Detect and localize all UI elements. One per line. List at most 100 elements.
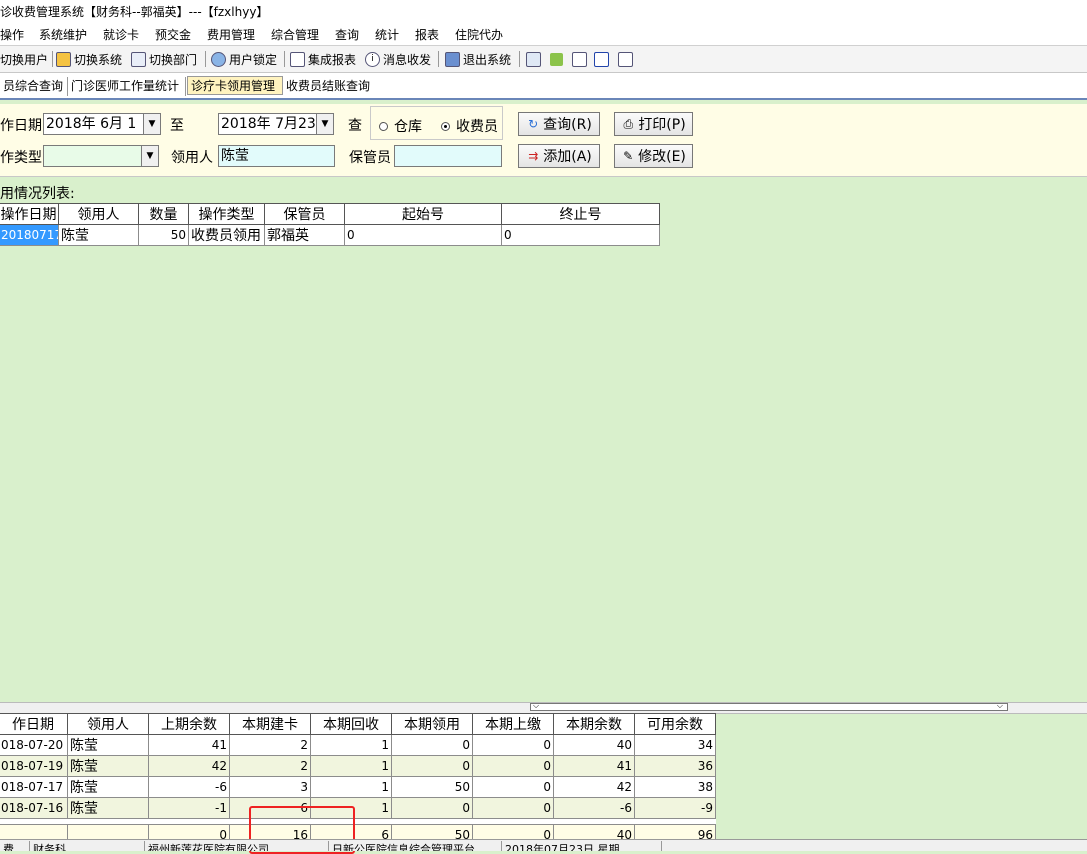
- col-previous-balance[interactable]: 上期余数: [148, 713, 230, 735]
- cell-current-balance[interactable]: 42: [553, 776, 635, 798]
- menu-system-maintenance[interactable]: 系统维护: [39, 26, 87, 43]
- col-keeper[interactable]: 保管员: [264, 203, 345, 225]
- tab-cashier-settlement[interactable]: 收费员结账查询: [283, 77, 375, 96]
- cell-operation-type[interactable]: 收费员领用: [188, 224, 265, 246]
- table-row[interactable]: 018-07-20 陈莹 41 2 1 0 0 40 34: [0, 734, 716, 756]
- exit-system-button[interactable]: 退出系统: [445, 50, 511, 68]
- col-recipient[interactable]: 领用人: [67, 713, 149, 735]
- menu-query[interactable]: 查询: [335, 26, 359, 43]
- tab-card-management[interactable]: 诊疗卡领用管理: [187, 76, 283, 95]
- chevron-down-icon[interactable]: ▼: [143, 114, 160, 134]
- menu-reports[interactable]: 报表: [415, 26, 439, 43]
- cell-operation-date[interactable]: 20180717: [0, 224, 59, 246]
- menu-comprehensive-management[interactable]: 综合管理: [271, 26, 319, 43]
- col-cards-issued[interactable]: 本期建卡: [229, 713, 311, 735]
- menu-inpatient-agent[interactable]: 住院代办: [455, 26, 503, 43]
- layout-tool-button[interactable]: [618, 50, 636, 68]
- checkbox-tool-button[interactable]: [572, 50, 590, 68]
- operation-type-dropdown[interactable]: ▼: [43, 145, 159, 167]
- col-cards-returned[interactable]: 本期上缴: [472, 713, 554, 735]
- cell-date[interactable]: 018-07-17: [0, 776, 68, 798]
- cell-date[interactable]: 018-07-19: [0, 755, 68, 777]
- cell-cards-recovered[interactable]: 1: [310, 776, 392, 798]
- table-row[interactable]: 018-07-19 陈莹 42 2 1 0 0 41 36: [0, 755, 716, 777]
- user-lock-button[interactable]: 用户锁定: [211, 50, 277, 68]
- col-recipient[interactable]: 领用人: [58, 203, 139, 225]
- cell-previous-balance[interactable]: -1: [148, 797, 230, 819]
- switch-system-button[interactable]: 切换系统: [56, 50, 122, 68]
- cell-quantity[interactable]: 50: [138, 224, 189, 246]
- cell-cards-recovered[interactable]: 1: [310, 755, 392, 777]
- integrated-report-button[interactable]: 集成报表: [290, 50, 356, 68]
- cell-cards-received[interactable]: 0: [391, 797, 473, 819]
- cell-previous-balance[interactable]: 41: [148, 734, 230, 756]
- menu-prepayment[interactable]: 预交金: [155, 26, 191, 43]
- currency-tool-button[interactable]: [550, 50, 566, 68]
- col-operation-type[interactable]: 操作类型: [188, 203, 265, 225]
- cell-recipient[interactable]: 陈莹: [67, 734, 149, 756]
- cell-cards-recovered[interactable]: 1: [310, 734, 392, 756]
- radio-cashier[interactable]: 收费员: [441, 116, 498, 136]
- cell-current-balance[interactable]: 40: [553, 734, 635, 756]
- col-end-number[interactable]: 终止号: [501, 203, 660, 225]
- cell-date[interactable]: 018-07-16: [0, 797, 68, 819]
- cell-previous-balance[interactable]: 42: [148, 755, 230, 777]
- cell-keeper[interactable]: 郭福英: [264, 224, 345, 246]
- col-start-number[interactable]: 起始号: [344, 203, 502, 225]
- cell-end-number[interactable]: 0: [501, 224, 660, 246]
- col-quantity[interactable]: 数量: [138, 203, 189, 225]
- menu-statistics[interactable]: 统计: [375, 26, 399, 43]
- cell-current-balance[interactable]: -6: [553, 797, 635, 819]
- switch-user-button[interactable]: 切换用户: [0, 50, 48, 68]
- cell-cards-returned[interactable]: 0: [472, 755, 554, 777]
- radio-warehouse[interactable]: 仓库: [379, 116, 422, 136]
- col-operation-date[interactable]: 操作日期: [0, 203, 59, 225]
- cell-cards-returned[interactable]: 0: [472, 797, 554, 819]
- cell-current-balance[interactable]: 41: [553, 755, 635, 777]
- cell-recipient[interactable]: 陈莹: [58, 224, 139, 246]
- cell-cards-received[interactable]: 50: [391, 776, 473, 798]
- col-cards-recovered[interactable]: 本期回收: [310, 713, 392, 735]
- add-button[interactable]: ⇉ 添加(A): [518, 144, 600, 168]
- cell-available-balance[interactable]: 38: [634, 776, 716, 798]
- cell-available-balance[interactable]: 34: [634, 734, 716, 756]
- cell-cards-received[interactable]: 0: [391, 734, 473, 756]
- cell-cards-issued[interactable]: 2: [229, 734, 311, 756]
- cell-start-number[interactable]: 0: [344, 224, 502, 246]
- cell-cards-received[interactable]: 0: [391, 755, 473, 777]
- chevron-down-icon[interactable]: ▼: [141, 146, 158, 166]
- chevron-down-icon[interactable]: ▼: [316, 114, 333, 134]
- bottom-combo[interactable]: ⌵ ⌵: [530, 701, 1008, 711]
- table-row[interactable]: 018-07-17 陈莹 -6 3 1 50 0 42 38: [0, 776, 716, 798]
- table-row[interactable]: 20180717 陈莹 50 收费员领用 郭福英 0 0: [0, 224, 660, 246]
- cell-cards-issued[interactable]: 3: [229, 776, 311, 798]
- recipient-input[interactable]: 陈莹: [218, 145, 335, 167]
- tab-cashier-query[interactable]: 员综合查询: [0, 77, 68, 96]
- messages-button[interactable]: i 消息收发: [365, 50, 431, 68]
- table-row[interactable]: 018-07-16 陈莹 -1 6 1 0 0 -6 -9: [0, 797, 716, 819]
- print-button[interactable]: ⎙ 打印(P): [614, 112, 693, 136]
- col-cards-received[interactable]: 本期领用: [391, 713, 473, 735]
- switch-dept-button[interactable]: 切换部门: [131, 50, 197, 68]
- window-tool-button[interactable]: [594, 50, 612, 68]
- cell-date[interactable]: 018-07-20: [0, 734, 68, 756]
- cell-recipient[interactable]: 陈莹: [67, 776, 149, 798]
- cell-cards-returned[interactable]: 0: [472, 776, 554, 798]
- query-button[interactable]: ↻ 查询(R): [518, 112, 600, 136]
- date-to-dropdown[interactable]: 2018年 7月23 ▼: [218, 113, 334, 135]
- tab-physician-workload[interactable]: 门诊医师工作量统计: [68, 77, 186, 96]
- cell-available-balance[interactable]: 36: [634, 755, 716, 777]
- col-available-balance[interactable]: 可用余数: [634, 713, 716, 735]
- menu-fee-management[interactable]: 费用管理: [207, 26, 255, 43]
- cell-recipient[interactable]: 陈莹: [67, 755, 149, 777]
- cell-cards-returned[interactable]: 0: [472, 734, 554, 756]
- date-from-dropdown[interactable]: 2018年 6月 1 ▼: [43, 113, 161, 135]
- col-date[interactable]: 作日期: [0, 713, 68, 735]
- col-current-balance[interactable]: 本期余数: [553, 713, 635, 735]
- cell-recipient[interactable]: 陈莹: [67, 797, 149, 819]
- cell-available-balance[interactable]: -9: [634, 797, 716, 819]
- menu-visit-card[interactable]: 就诊卡: [103, 26, 139, 43]
- edit-button[interactable]: ✎ 修改(E): [614, 144, 693, 168]
- cell-cards-issued[interactable]: 2: [229, 755, 311, 777]
- menu-operate[interactable]: 操作: [0, 26, 24, 43]
